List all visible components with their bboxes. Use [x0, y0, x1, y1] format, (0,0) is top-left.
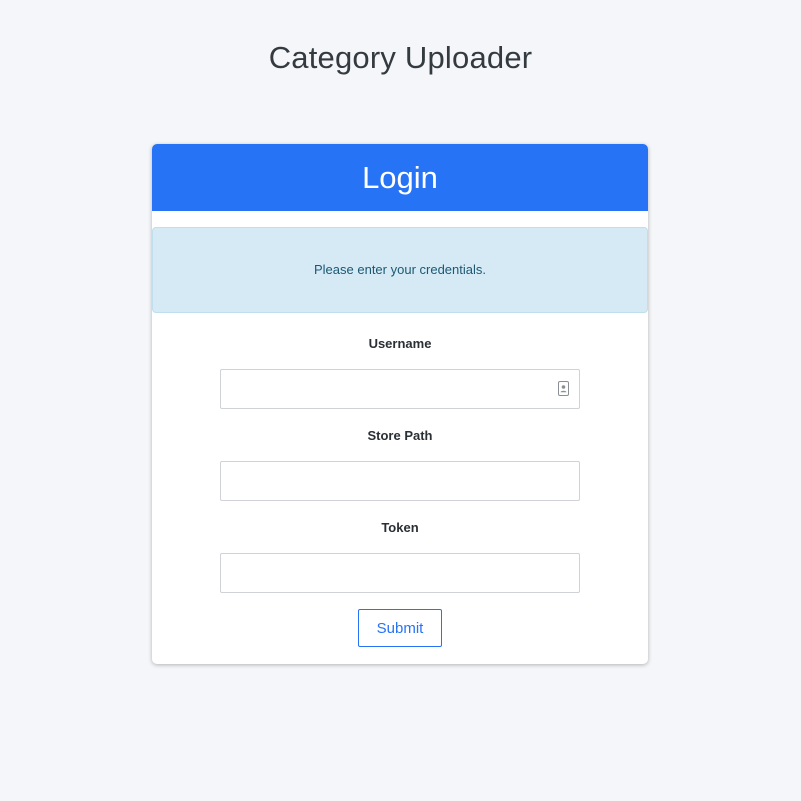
username-field-wrapper [220, 369, 580, 409]
info-alert: Please enter your credentials. [152, 227, 648, 313]
username-input[interactable] [221, 370, 579, 408]
token-field-wrapper [220, 553, 580, 593]
store-path-label: Store Path [367, 428, 433, 443]
username-label: Username [368, 336, 432, 351]
contact-card-icon[interactable] [558, 381, 569, 396]
login-card: Login Please enter your credentials. Use… [152, 144, 648, 664]
store-path-input[interactable] [221, 462, 579, 500]
store-path-field-wrapper [220, 461, 580, 501]
submit-button[interactable]: Submit [358, 609, 442, 647]
token-input[interactable] [221, 554, 579, 592]
login-card-header: Login [152, 144, 648, 211]
token-label: Token [381, 520, 419, 535]
page-title: Category Uploader [268, 40, 533, 75]
